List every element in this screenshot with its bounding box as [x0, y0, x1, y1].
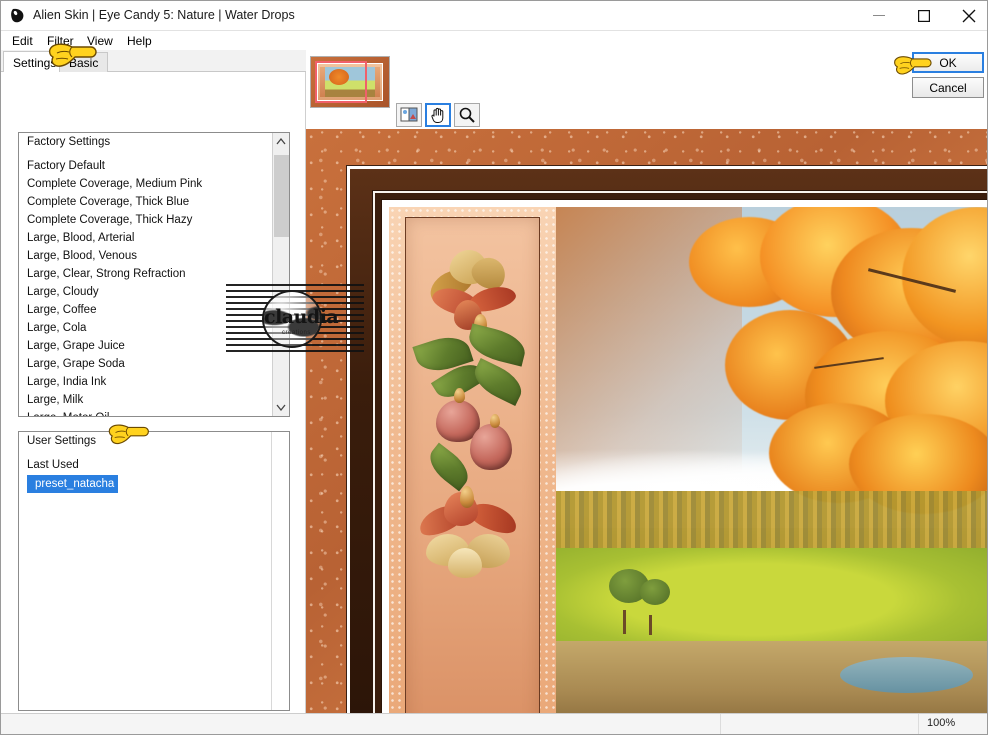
- chevron-up-icon: [276, 138, 286, 145]
- hand-pan-icon: [431, 107, 444, 123]
- settings-panel: Settings Basic Factory Settings Factory …: [1, 50, 306, 713]
- close-button[interactable]: [946, 1, 987, 30]
- list-item[interactable]: Complete Coverage, Thick Hazy: [19, 211, 273, 229]
- leaf-shape: [422, 442, 476, 492]
- scroll-down-button[interactable]: [273, 399, 289, 416]
- scroll-up-button[interactable]: [273, 133, 289, 150]
- before-after-compare-icon: [400, 107, 418, 122]
- list-item[interactable]: Large, Coffee: [19, 301, 273, 319]
- factory-settings-header: Factory Settings: [27, 136, 111, 148]
- menu-item-filter[interactable]: Filter: [42, 33, 79, 49]
- list-item[interactable]: Large, India Ink: [19, 373, 273, 391]
- list-item[interactable]: Factory Default: [19, 157, 273, 175]
- flower-bud: [470, 424, 512, 470]
- menu-item-edit[interactable]: Edit: [7, 33, 38, 49]
- list-item-preset-natacha[interactable]: preset_natacha: [27, 475, 119, 493]
- window-title: Alien Skin | Eye Candy 5: Nature | Water…: [33, 8, 295, 22]
- navigator: [310, 50, 390, 109]
- flower-lily-top: [424, 242, 524, 332]
- scrollbar-thumb[interactable]: [274, 155, 289, 237]
- list-item[interactable]: Large, Grape Juice: [19, 337, 273, 355]
- magnifier-zoom-icon: [459, 107, 475, 123]
- minimize-icon: [872, 14, 885, 16]
- user-list-divider: [271, 432, 272, 710]
- list-item[interactable]: Large, Cloudy: [19, 283, 273, 301]
- cancel-button[interactable]: Cancel: [912, 77, 984, 98]
- list-item[interactable]: Large, Motor Oil: [19, 409, 273, 416]
- list-item[interactable]: Large, Cola: [19, 319, 273, 337]
- water-drops-border: [306, 129, 987, 713]
- compare-tool-button[interactable]: [396, 103, 422, 127]
- hand-tool-button[interactable]: [425, 103, 451, 127]
- artwork-frame-inner: [381, 199, 987, 713]
- pond: [840, 656, 974, 693]
- ok-button[interactable]: OK: [912, 52, 984, 73]
- user-settings-header: User Settings: [27, 435, 97, 447]
- preview-area: [306, 50, 987, 713]
- maximize-icon: [917, 9, 930, 22]
- tree-trunk: [622, 610, 626, 635]
- zoom-level-label: 100%: [927, 717, 956, 729]
- floral-decoration-panel: [389, 207, 556, 713]
- status-cell-left: [1, 714, 721, 734]
- factory-list-scrollbar[interactable]: [272, 133, 289, 416]
- tab-settings[interactable]: Settings: [3, 51, 67, 73]
- menu-item-view[interactable]: View: [82, 33, 118, 49]
- status-cell-middle: [721, 714, 919, 734]
- user-settings-listbox[interactable]: User Settings Last Used preset_natacha: [18, 431, 290, 711]
- factory-settings-listbox[interactable]: Factory Settings Factory Default Complet…: [18, 132, 290, 417]
- tab-basic[interactable]: Basic: [59, 52, 109, 73]
- list-item[interactable]: Complete Coverage, Thick Blue: [19, 193, 273, 211]
- artwork-frame-middle: [372, 190, 987, 713]
- menu-bar: Edit Filter View Help: [1, 31, 987, 50]
- factory-settings-list: Factory Settings Factory Default Complet…: [19, 133, 273, 416]
- user-settings-list: User Settings Last Used preset_natacha: [19, 432, 273, 710]
- menu-item-help[interactable]: Help: [122, 33, 157, 49]
- artwork-content: [389, 207, 987, 713]
- status-bar: 100%: [1, 713, 987, 734]
- artwork-frame-outer: [346, 165, 987, 713]
- list-item[interactable]: Large, Blood, Venous: [19, 247, 273, 265]
- list-item[interactable]: Large, Grape Soda: [19, 355, 273, 373]
- autumn-landscape-photo: [556, 207, 987, 713]
- list-item[interactable]: Last Used: [19, 456, 273, 474]
- settings-panel-body: Factory Settings Factory Default Complet…: [1, 72, 305, 713]
- chevron-down-icon: [276, 404, 286, 411]
- alien-skin-icon: [9, 7, 27, 25]
- list-item[interactable]: Large, Milk: [19, 391, 273, 409]
- flower-lily-bottom: [415, 486, 526, 582]
- zoom-tool-button[interactable]: [454, 103, 480, 127]
- list-item[interactable]: Large, Clear, Strong Refraction: [19, 265, 273, 283]
- close-icon: [962, 9, 975, 22]
- tree-trunk: [649, 615, 653, 636]
- floral-panel-inner: [405, 217, 540, 713]
- list-item[interactable]: Complete Coverage, Medium Pink: [19, 175, 273, 193]
- title-bar: Alien Skin | Eye Candy 5: Nature | Water…: [1, 1, 987, 31]
- minimize-button[interactable]: [856, 1, 901, 30]
- list-item[interactable]: Large, Blood, Arterial: [19, 229, 273, 247]
- maximize-button[interactable]: [901, 1, 946, 30]
- image-preview-canvas[interactable]: [306, 129, 987, 713]
- tab-strip: Settings Basic: [1, 50, 306, 73]
- alien-skin-window: Alien Skin | Eye Candy 5: Nature | Water…: [0, 0, 988, 735]
- navigator-selection-rect[interactable]: [315, 61, 367, 103]
